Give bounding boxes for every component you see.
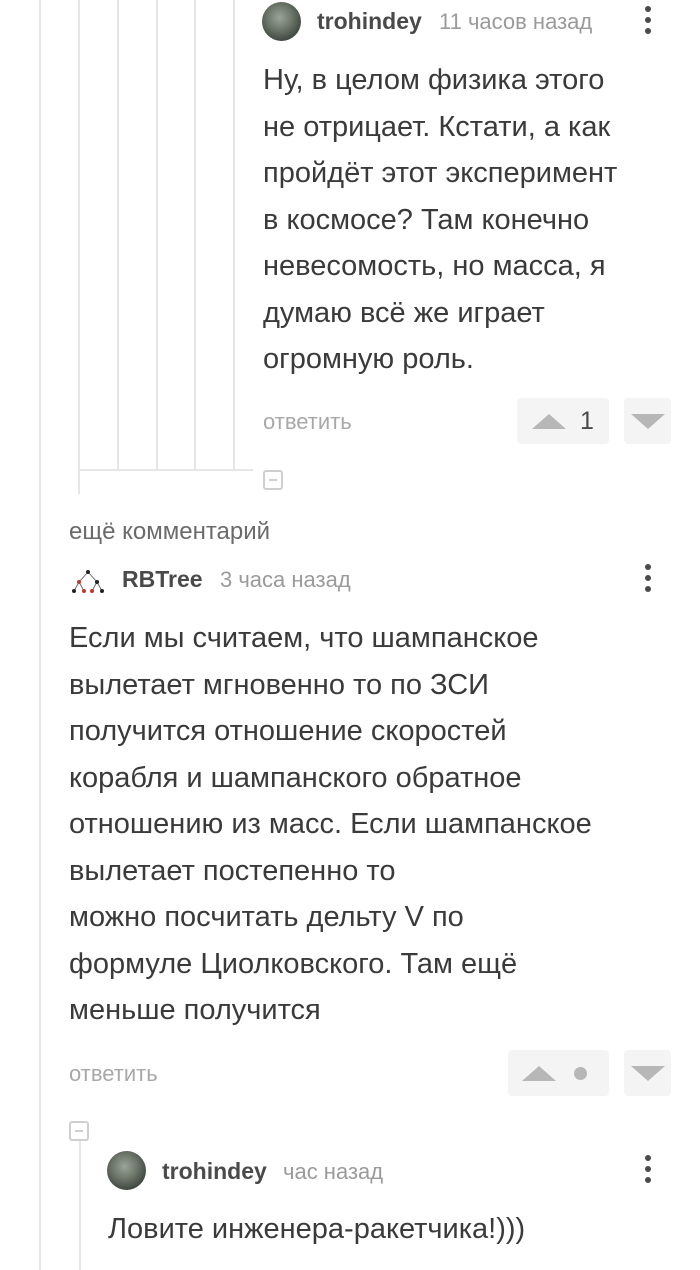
thread-line: [194, 0, 196, 470]
reply-button[interactable]: ответить: [263, 409, 352, 435]
arrow-up-icon: [532, 414, 566, 429]
reply-button[interactable]: ответить: [69, 1061, 158, 1087]
comment-text: Ну, в целом физика этого не отрицает. Кс…: [263, 64, 618, 375]
arrow-down-icon: [631, 1066, 665, 1081]
comment-text: Если мы считаем, что шампанское вылетает…: [69, 622, 592, 1026]
avatar[interactable]: [107, 1151, 146, 1190]
more-comments-link[interactable]: ещё комментарий: [69, 518, 270, 546]
downvote-button[interactable]: [624, 1050, 671, 1096]
comment-text: Ловите инженера-ракетчика!))): [108, 1213, 526, 1245]
comment-username[interactable]: trohindey: [317, 8, 422, 35]
thread-line: [79, 1141, 81, 1270]
thread-line: [156, 0, 158, 470]
avatar[interactable]: [67, 560, 109, 602]
thread-line: [233, 0, 235, 470]
thread-branch: [78, 469, 253, 471]
more-vertical-icon[interactable]: [643, 6, 653, 40]
thread-line: [78, 0, 80, 494]
avatar[interactable]: [262, 2, 301, 41]
thread-line: [117, 0, 119, 470]
thread-line: [39, 0, 41, 1270]
rating-dot: [574, 1067, 587, 1080]
minus-square-icon[interactable]: [69, 1121, 89, 1141]
rating-count: 1: [580, 407, 594, 435]
minus-square-icon[interactable]: [263, 470, 283, 490]
upvote-button[interactable]: [508, 1050, 609, 1096]
comment-time[interactable]: 3 часа назад: [220, 567, 351, 593]
comment-username[interactable]: trohindey: [162, 1158, 267, 1185]
comment-username[interactable]: RBTree: [122, 566, 203, 593]
more-vertical-icon[interactable]: [643, 1155, 653, 1189]
more-vertical-icon[interactable]: [643, 564, 653, 598]
arrow-down-icon: [631, 414, 665, 429]
arrow-up-icon: [522, 1066, 556, 1081]
upvote-button[interactable]: 1: [517, 398, 609, 444]
comment-time[interactable]: 11 часов назад: [439, 9, 592, 35]
comment-time[interactable]: час назад: [283, 1159, 383, 1185]
downvote-button[interactable]: [624, 398, 671, 444]
